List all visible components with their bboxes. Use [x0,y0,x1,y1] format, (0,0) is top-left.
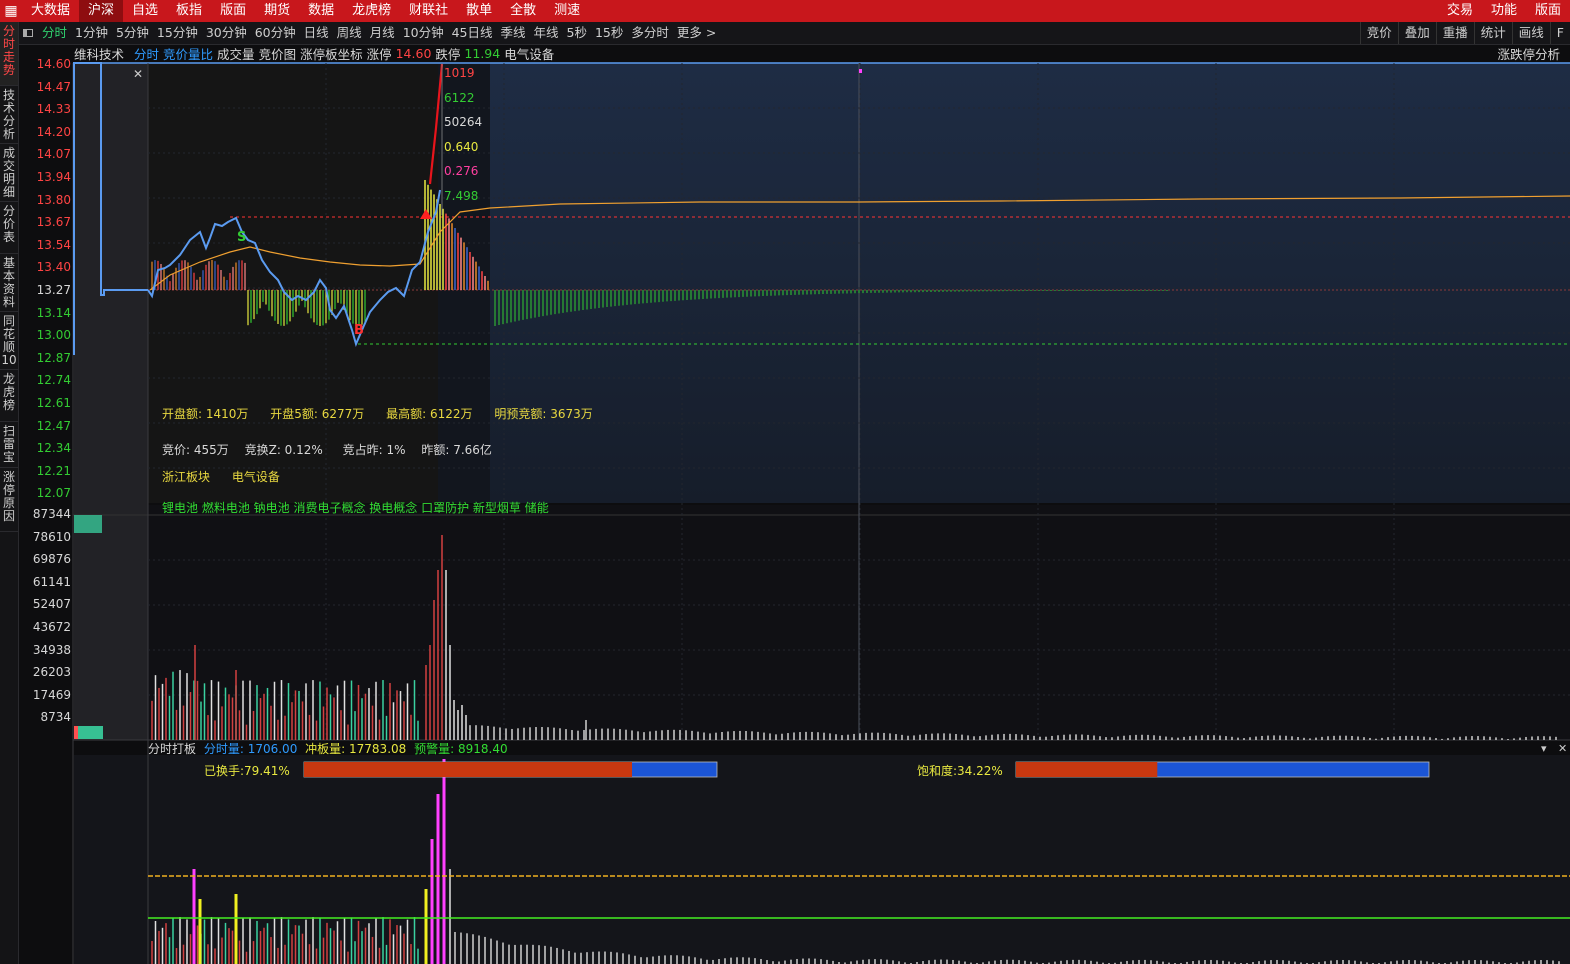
turnover-label: 已换手:79.41% [204,764,290,778]
auction-ratio: 竞占昨: 1% [342,443,406,457]
turnover-bar-fill [304,762,632,777]
open5-amount: 开盘5额: 6277万 [270,407,365,421]
close-icon[interactable]: ✕ [133,67,143,81]
pred-auction-amount: 明预竞额: 3673万 [494,407,593,421]
panel-close-icon[interactable]: ✕ [1558,742,1567,755]
tooltip-value-2: 50264 [444,115,483,130]
info-line-2: 竞价: 455万 竞换Z: 0.12% 竞占昨: 1% 昨额: 7.66亿 [162,441,492,458]
region-sector[interactable]: 浙江板块 [162,470,210,484]
saturation-bar-fill [1016,762,1158,777]
dropdown-icon[interactable]: ▾ [1541,742,1547,755]
industry-sector[interactable]: 电气设备 [232,470,280,484]
saturation-label: 饱和度:34.22% [917,764,1003,778]
warning-volume: 预警量: 8918.40 [414,742,508,756]
tooltip-value-0: 1019 [444,66,475,80]
bottom-panel-header: 分时打板 分时量: 1706.00 冲板量: 17783.08 预警量: 891… [148,740,508,757]
buy-marker: B [354,323,364,338]
yesterday-amount: 昨额: 7.66亿 [421,443,492,457]
auction-amount: 竞价: 455万 [162,443,229,457]
limit-volume: 冲板量: 17783.08 [305,742,407,756]
tooltip-value-4: 0.276 [444,164,479,179]
high-amount: 最高额: 6122万 [386,407,473,421]
highlight-region [490,63,1570,503]
tooltip-value-1: 6122 [444,90,475,105]
tooltip-value-3: 0.640 [444,139,479,154]
crosshair-tooltip: 1019 6122 50264 0.640 0.276 7.498 [444,66,504,214]
sell-marker: S [237,230,246,245]
auction-volume-bar [74,515,102,533]
bottom-panel-title: 分时打板 [148,742,197,756]
info-line-3: 浙江板块 电气设备 [162,468,280,485]
open-amount: 开盘额: 1410万 [162,407,249,421]
concept-tags[interactable]: 锂电池 燃料电池 钠电池 消费电子概念 换电概念 口罩防护 新型烟草 储能 [162,499,549,516]
info-line-1: 开盘额: 1410万 开盘5额: 6277万 最高额: 6122万 明预竞额: … [162,405,593,422]
fenshi-volume: 分时量: 1706.00 [203,742,298,756]
tooltip-value-5: 7.498 [444,188,479,203]
auction-turnover: 竞换Z: 0.12% [244,443,323,457]
